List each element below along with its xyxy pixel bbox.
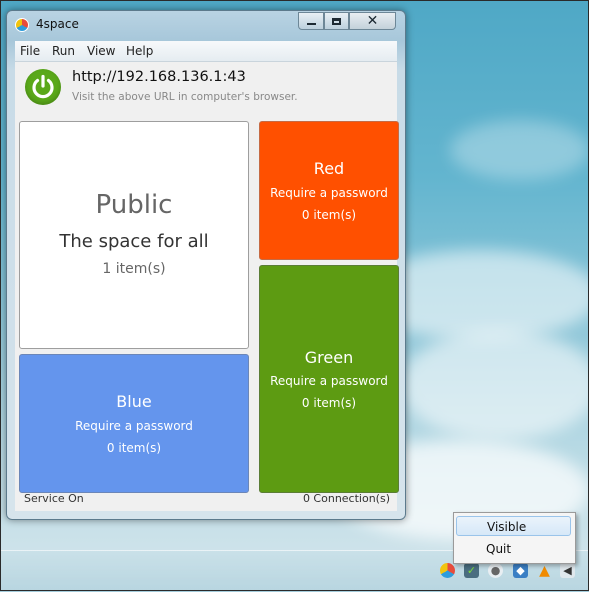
tray-context-menu: Visible Quit <box>453 512 576 564</box>
space-red-count: 0 item(s) <box>301 208 357 222</box>
connection-count: 0 Connection(s) <box>302 492 390 505</box>
space-blue[interactable]: Blue Require a password 0 item(s) <box>19 354 249 493</box>
app-icon <box>15 18 29 32</box>
main-panel: http://192.168.136.1:43 Visit the above … <box>15 62 399 511</box>
space-public-count: 1 item(s) <box>102 261 166 277</box>
space-blue-name: Blue <box>116 392 152 411</box>
power-icon <box>32 74 54 99</box>
4space-tray-icon[interactable] <box>440 563 455 578</box>
minimize-button[interactable] <box>298 12 324 30</box>
space-green-subtitle: Require a password <box>270 374 388 388</box>
network-icon[interactable]: ◆ <box>513 563 528 578</box>
app-window: 4space ✕ File Run View Help http://192.1… <box>6 10 406 520</box>
maximize-button[interactable] <box>324 12 349 30</box>
space-blue-count: 0 item(s) <box>106 441 162 455</box>
chat-icon[interactable]: ● <box>488 563 503 578</box>
space-green-count: 0 item(s) <box>301 396 357 410</box>
volume-icon[interactable]: ◀ <box>560 563 575 578</box>
space-green[interactable]: Green Require a password 0 item(s) <box>259 265 399 493</box>
power-button[interactable] <box>25 69 61 105</box>
menu-item-quit[interactable]: Quit <box>456 539 571 559</box>
space-public-name: Public <box>95 190 173 220</box>
title-bar[interactable]: 4space ✕ <box>7 11 405 39</box>
shield-check-icon[interactable]: ✓ <box>464 563 479 578</box>
space-red[interactable]: Red Require a password 0 item(s) <box>259 121 399 260</box>
menu-file[interactable]: File <box>20 44 40 58</box>
menu-view[interactable]: View <box>87 44 115 58</box>
desktop-cloud <box>450 120 589 180</box>
server-url: http://192.168.136.1:43 <box>72 69 246 85</box>
close-icon: ✕ <box>366 13 379 29</box>
menu-run[interactable]: Run <box>52 44 75 58</box>
status-bar: Service On 0 Connection(s) <box>15 492 397 511</box>
desktop-cloud <box>400 330 589 440</box>
menu-help[interactable]: Help <box>126 44 153 58</box>
space-green-name: Green <box>304 348 354 367</box>
space-red-name: Red <box>313 159 345 178</box>
maximize-icon <box>332 17 341 25</box>
close-button[interactable]: ✕ <box>349 12 396 30</box>
window-title: 4space <box>36 17 79 31</box>
menu-bar: File Run View Help <box>15 41 397 62</box>
menu-item-visible[interactable]: Visible <box>456 516 571 536</box>
space-public-subtitle: The space for all <box>59 231 209 252</box>
space-blue-subtitle: Require a password <box>75 419 193 433</box>
service-status: Service On <box>24 492 84 505</box>
url-hint: Visit the above URL in computer's browse… <box>72 91 298 103</box>
vlc-icon[interactable]: ▲ <box>537 563 552 579</box>
space-red-subtitle: Require a password <box>270 186 388 200</box>
minimize-icon <box>306 23 316 25</box>
space-public[interactable]: Public The space for all 1 item(s) <box>19 121 249 349</box>
